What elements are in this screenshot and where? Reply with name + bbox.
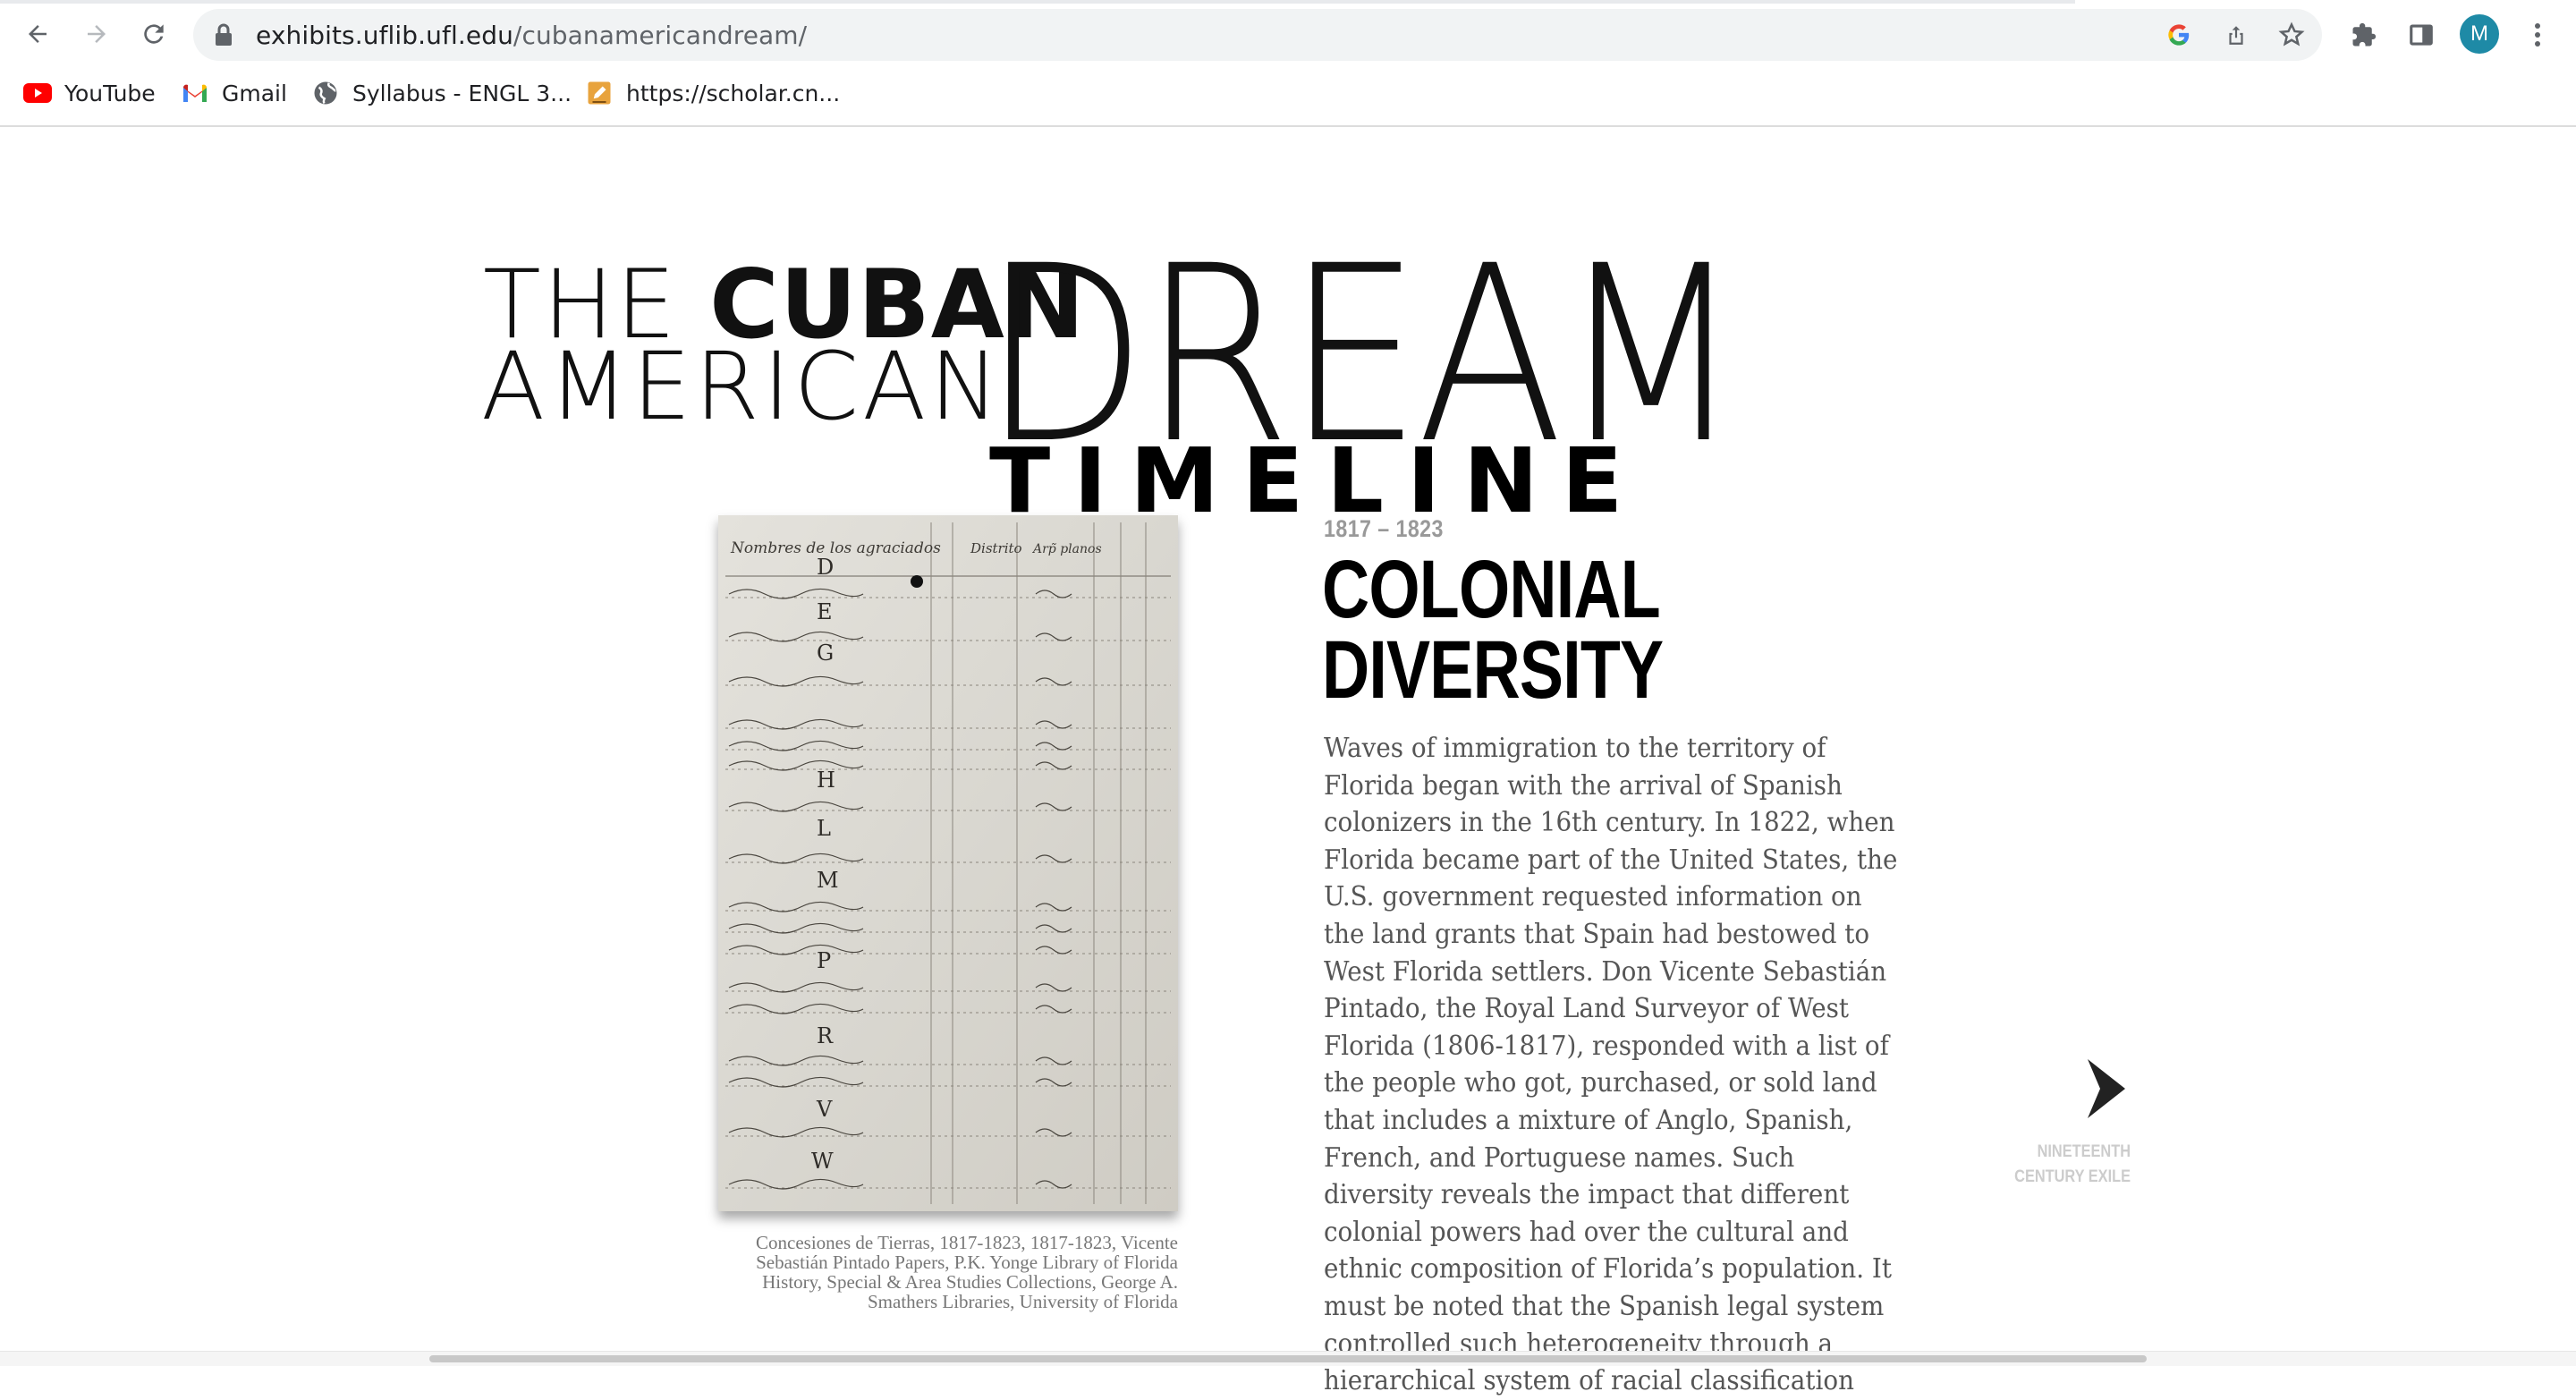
ledger-letter: V bbox=[816, 1097, 833, 1122]
bookmark-label: YouTube bbox=[64, 80, 156, 106]
page-content: THE CUBAN AMERICAN DREAM TIMELINE Nombre… bbox=[0, 127, 2576, 1396]
gmail-icon bbox=[181, 79, 209, 107]
bookmark-label: Gmail bbox=[222, 80, 287, 106]
pencil-note-icon bbox=[585, 79, 614, 107]
logo-american: AMERICAN bbox=[481, 332, 1004, 441]
ledger-letter: H bbox=[817, 768, 835, 793]
profile-avatar[interactable]: M bbox=[2460, 14, 2499, 54]
ledger-header-names: Nombres de los agraciados bbox=[730, 539, 941, 557]
url-path: /cubanamericandream/ bbox=[513, 21, 808, 50]
address-bar[interactable]: exhibits.uflib.ufl.edu/cubanamericandrea… bbox=[193, 9, 2322, 61]
side-panel-icon[interactable] bbox=[2401, 14, 2442, 55]
ledger-letter: D bbox=[817, 555, 834, 580]
section-body-text: Waves of immigration to the territory of… bbox=[1324, 733, 1898, 1397]
bookmark-star-icon[interactable] bbox=[2274, 17, 2309, 53]
ledger-letter: R bbox=[817, 1023, 834, 1048]
share-icon[interactable] bbox=[2218, 17, 2254, 53]
date-range: 1817 – 1823 bbox=[1324, 515, 1444, 542]
section-title: COLONIAL DIVERSITY bbox=[1322, 544, 1664, 716]
bookmark-label: https://scholar.cn... bbox=[626, 80, 841, 106]
logo-timeline: TIMELINE bbox=[989, 428, 1647, 533]
extensions-puzzle-icon[interactable] bbox=[2343, 14, 2385, 55]
ledger-letter: P bbox=[817, 948, 831, 973]
bookmark-gmail[interactable]: Gmail bbox=[181, 75, 287, 111]
ledger-letter: W bbox=[811, 1149, 834, 1174]
horizontal-scrollbar[interactable] bbox=[0, 1351, 2576, 1366]
lock-icon[interactable] bbox=[213, 22, 234, 47]
url-text[interactable]: exhibits.uflib.ufl.edu/cubanamericandrea… bbox=[256, 21, 807, 50]
ledger-letter: M bbox=[817, 868, 839, 893]
google-g-icon bbox=[2168, 24, 2190, 46]
scrollbar-thumb[interactable] bbox=[429, 1355, 2147, 1362]
figure-caption: Concesiones de Tierras, 1817-1823, 1817-… bbox=[756, 1232, 1178, 1312]
exhibit-logo[interactable]: THE CUBAN AMERICAN DREAM TIMELINE bbox=[479, 181, 1743, 526]
youtube-icon bbox=[23, 79, 52, 107]
bookmark-syllabus[interactable]: Syllabus - ENGL 3... bbox=[311, 75, 572, 111]
section-title-line1: COLONIAL bbox=[1322, 544, 1661, 635]
section-title-line2: DIVERSITY bbox=[1322, 624, 1664, 716]
globe-icon bbox=[311, 79, 340, 107]
bookmark-scholar[interactable]: https://scholar.cn... bbox=[585, 75, 840, 111]
arrow-left-icon bbox=[29, 25, 47, 43]
menu-kebab-icon[interactable] bbox=[2517, 14, 2558, 55]
ledger-scan: Nombres de los agraciados Distrito Arp̃ … bbox=[718, 515, 1178, 1211]
google-lens-icon[interactable] bbox=[2161, 17, 2197, 53]
next-label-line2: CENTURY EXILE bbox=[2014, 1167, 2131, 1186]
reload-icon bbox=[144, 24, 164, 44]
ledger-letter: E bbox=[817, 599, 833, 624]
bookmark-label: Syllabus - ENGL 3... bbox=[352, 80, 572, 106]
browser-toolbar: exhibits.uflib.ufl.edu/cubanamericandrea… bbox=[0, 0, 2576, 127]
ledger-letter: L bbox=[817, 816, 831, 841]
next-label-line1: NINETEENTH bbox=[2037, 1142, 2131, 1161]
page-load-progress bbox=[0, 0, 2075, 4]
ledger-header-area: Arp̃ planos bbox=[1031, 542, 1102, 556]
back-button[interactable] bbox=[16, 13, 59, 55]
bookmark-youtube[interactable]: YouTube bbox=[23, 75, 156, 111]
url-host: exhibits.uflib.ufl.edu bbox=[256, 21, 513, 50]
chevron-right-icon[interactable] bbox=[2080, 1057, 2132, 1120]
reload-button[interactable] bbox=[132, 13, 175, 55]
bookmarks-bar: YouTube Gmail Syllabus - ENGL 3... https… bbox=[0, 72, 2576, 115]
land-grant-document-image[interactable]: Nombres de los agraciados Distrito Arp̃ … bbox=[718, 515, 1178, 1211]
arrow-right-icon bbox=[88, 25, 106, 43]
next-section-label[interactable]: NINETEENTH CENTURY EXILE bbox=[1990, 1140, 2131, 1190]
avatar-initial: M bbox=[2470, 21, 2488, 46]
forward-button[interactable] bbox=[75, 13, 118, 55]
ledger-header-district: Distrito bbox=[970, 540, 1022, 556]
ledger-letter: G bbox=[817, 641, 834, 666]
